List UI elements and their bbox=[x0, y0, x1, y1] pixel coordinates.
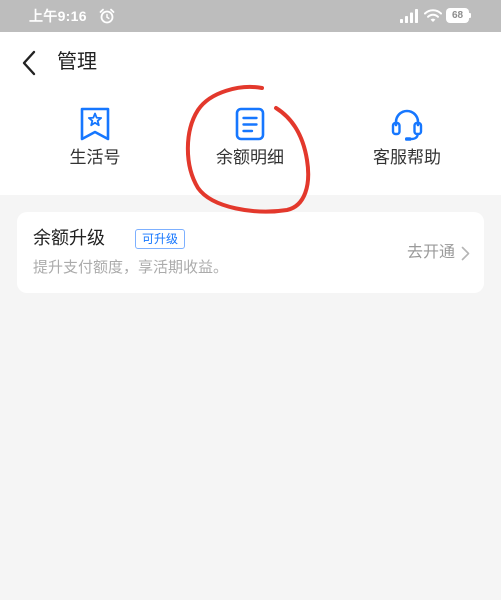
battery-level: 68 bbox=[446, 8, 469, 23]
action-label: 生活号 bbox=[69, 148, 121, 167]
status-time: 上午9:16 bbox=[29, 8, 87, 24]
headset-icon bbox=[391, 109, 423, 141]
go-activate-button[interactable]: 去开通 bbox=[407, 242, 470, 264]
wifi-icon bbox=[424, 9, 442, 22]
upgrade-badge: 可升级 bbox=[135, 229, 186, 249]
go-activate-label: 去开通 bbox=[406, 244, 455, 261]
action-label: 客服帮助 bbox=[373, 148, 441, 167]
header: 管理 bbox=[0, 32, 501, 94]
star-badge-icon bbox=[80, 107, 110, 141]
chevron-right-icon bbox=[461, 246, 470, 260]
battery-nub bbox=[469, 13, 471, 18]
balance-upgrade-card[interactable]: 余额升级 可升级 提升支付额度，享活期收益。 去开通 bbox=[17, 212, 484, 293]
card-subtitle: 提升支付额度，享活期收益。 bbox=[33, 259, 229, 276]
quick-actions: 生活号 余额明细 客服帮助 bbox=[0, 94, 501, 195]
action-balance-details[interactable]: 余额明细 bbox=[185, 102, 315, 182]
status-bar: 上午9:16 68 bbox=[0, 0, 501, 32]
card-title: 余额升级 bbox=[33, 228, 105, 248]
battery-icon: 68 bbox=[446, 8, 472, 23]
page-title: 管理 bbox=[57, 51, 97, 73]
chevron-left-icon bbox=[22, 50, 36, 76]
action-customer-service[interactable]: 客服帮助 bbox=[342, 102, 472, 182]
back-button[interactable] bbox=[13, 45, 45, 81]
alarm-icon bbox=[99, 8, 115, 24]
signal-icon bbox=[400, 9, 418, 23]
action-life-account[interactable]: 生活号 bbox=[30, 102, 160, 182]
action-label: 余额明细 bbox=[216, 148, 284, 167]
document-icon bbox=[235, 107, 265, 141]
